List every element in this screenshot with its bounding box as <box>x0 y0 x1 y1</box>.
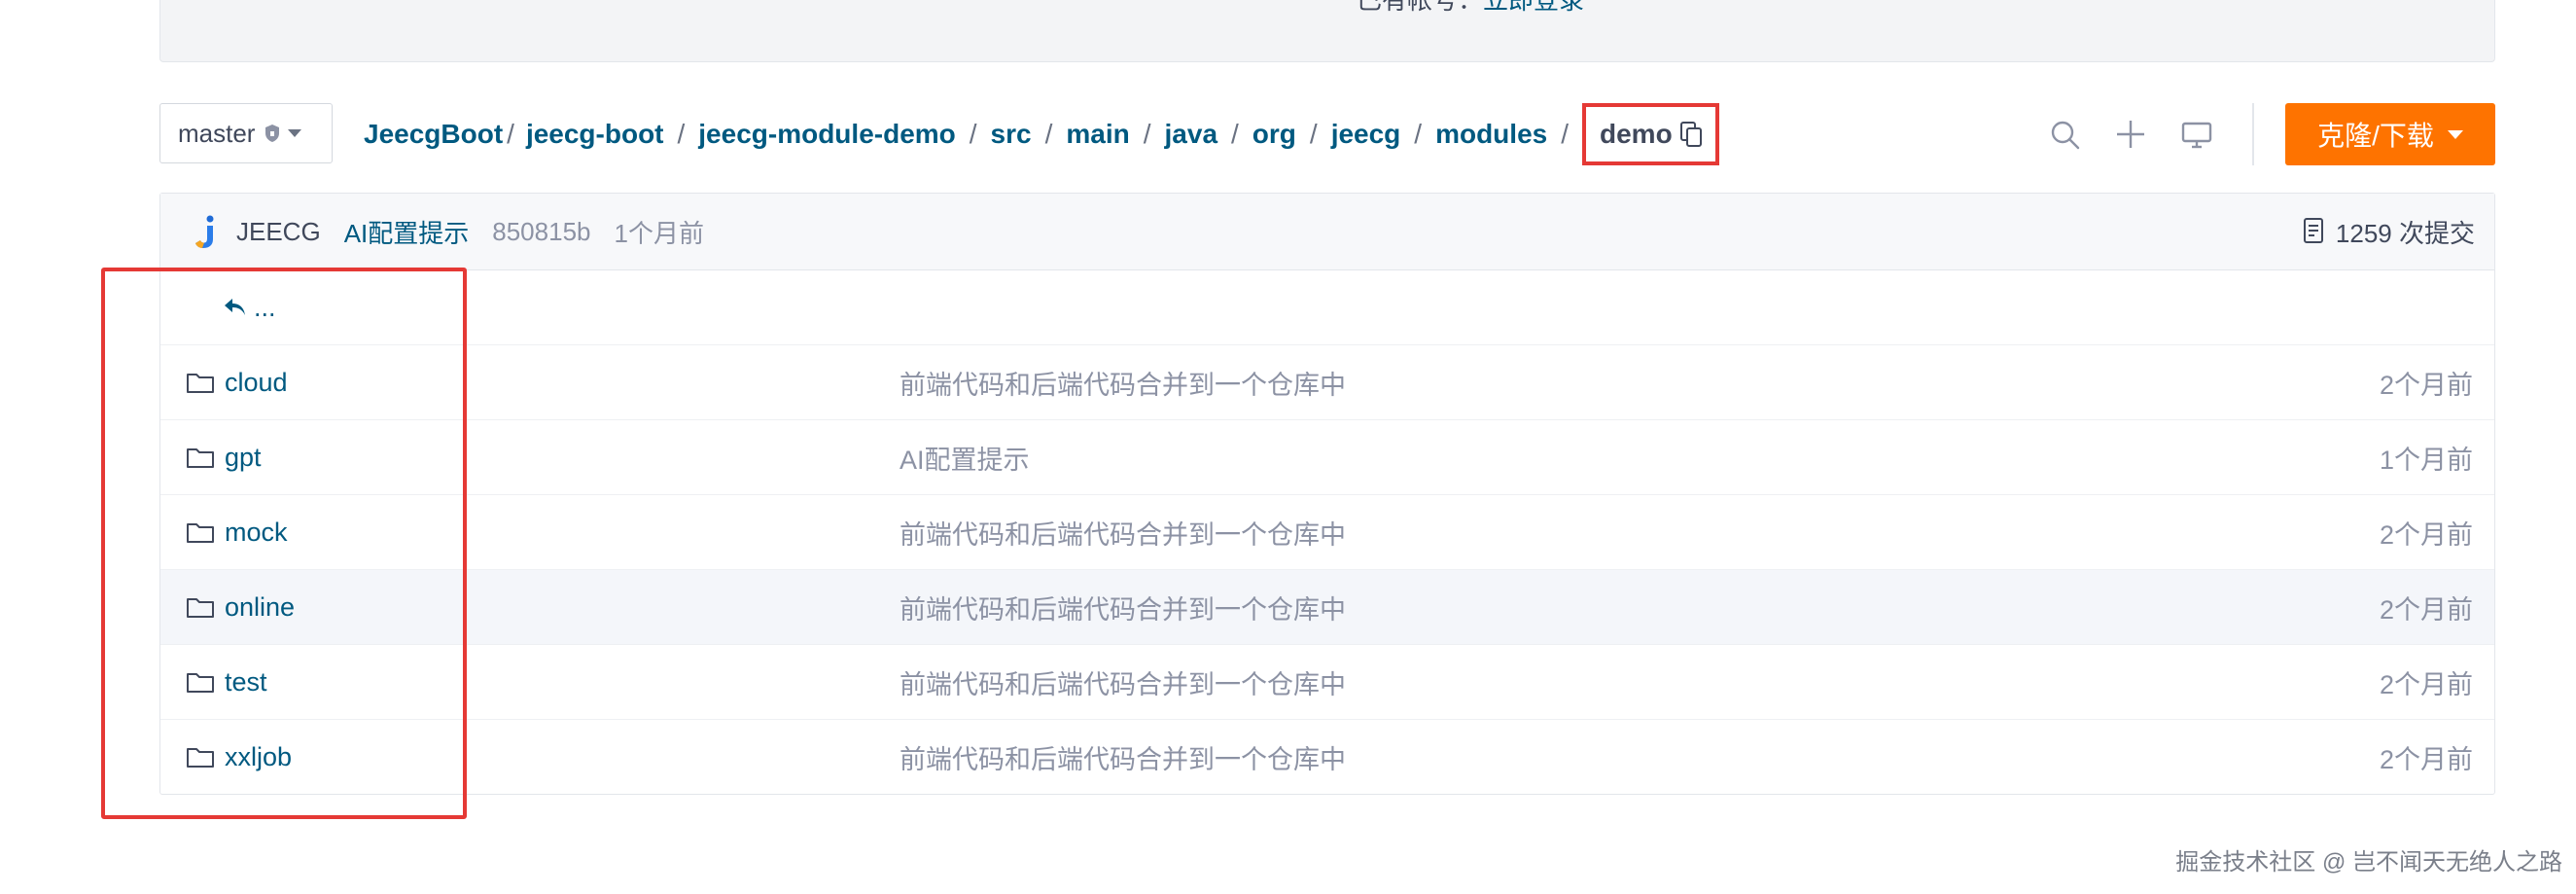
folder-commit-message[interactable]: AI配置提示 <box>900 420 1030 494</box>
author-avatar-icon[interactable] <box>194 214 219 249</box>
branch-name: master <box>178 118 256 148</box>
folder-link[interactable]: mock <box>186 495 288 569</box>
breadcrumb-item-jeecg[interactable]: jeecg <box>1331 119 1401 150</box>
commit-time: 1个月前 <box>614 218 704 248</box>
breadcrumb-item-java[interactable]: java <box>1165 119 1218 150</box>
folder-commit-message[interactable]: 前端代码和后端代码合并到一个仓库中 <box>900 345 1346 419</box>
toolbar-actions: 克隆/下载 <box>2015 103 2495 165</box>
breadcrumb-separator: / <box>1143 119 1151 149</box>
plus-icon[interactable] <box>2114 118 2147 151</box>
copy-path-icon[interactable] <box>1679 122 1702 147</box>
breadcrumb-separator: / <box>969 119 977 149</box>
folder-commit-message[interactable]: 前端代码和后端代码合并到一个仓库中 <box>900 720 1346 794</box>
breadcrumb-item-jeecg-module-demo[interactable]: jeecg-module-demo <box>698 119 955 150</box>
breadcrumb-item-org[interactable]: org <box>1253 119 1296 150</box>
login-prompt: 已有帐号： <box>1357 0 1484 15</box>
clone-download-button[interactable]: 克隆/下载 <box>2285 103 2495 165</box>
commit-author[interactable]: JEECG <box>236 217 321 247</box>
breadcrumb-item-src[interactable]: src <box>991 119 1032 150</box>
parent-directory-row[interactable]: ... <box>160 270 2494 345</box>
folder-commit-time: 2个月前 <box>2379 519 2473 550</box>
commit-count[interactable]: 1259 次提交 <box>2303 194 2475 269</box>
folder-link[interactable]: gpt <box>186 420 262 494</box>
folder-name: online <box>225 591 296 622</box>
folder-commit-time: 1个月前 <box>2379 445 2473 475</box>
breadcrumb-separator: / <box>1414 119 1423 149</box>
folder-commit-time: 2个月前 <box>2379 370 2473 400</box>
watermark: 掘金技术社区 @ 岂不闻天无绝人之路 <box>2175 849 2562 876</box>
folder-icon <box>187 598 214 618</box>
login-banner: 已有帐号：立即登录 <box>159 0 2495 62</box>
breadcrumb-separator: / <box>1309 119 1318 149</box>
commit-message[interactable]: AI配置提示 <box>344 214 470 250</box>
folder-link[interactable]: test <box>186 645 267 719</box>
folder-name: test <box>225 666 267 697</box>
file-row[interactable]: xxljob 前端代码和后端代码合并到一个仓库中 2个月前 <box>160 720 2494 794</box>
folder-icon <box>187 673 214 693</box>
file-row[interactable]: mock 前端代码和后端代码合并到一个仓库中 2个月前 <box>160 495 2494 570</box>
file-row[interactable]: gpt AI配置提示 1个月前 <box>160 420 2494 495</box>
folder-commit-time: 2个月前 <box>2379 669 2473 699</box>
folder-icon <box>187 448 214 468</box>
commit-count-label: 1259 次提交 <box>2335 218 2475 248</box>
folder-name: mock <box>225 517 288 547</box>
folder-link[interactable]: online <box>186 570 295 644</box>
login-banner-text: 已有帐号：立即登录 <box>1357 0 1584 17</box>
parent-directory-label: ... <box>254 292 276 322</box>
folder-commit-message[interactable]: 前端代码和后端代码合并到一个仓库中 <box>900 570 1346 644</box>
folder-commit-time: 2个月前 <box>2379 744 2473 774</box>
breadcrumb-current-highlight: demo <box>1582 103 1719 165</box>
login-link[interactable]: 立即登录 <box>1483 0 1584 15</box>
file-tree-table: JEECG AI配置提示 850815b 1个月前 1259 次提交 ... c… <box>159 193 2495 795</box>
breadcrumb-separator: / <box>1561 119 1569 149</box>
breadcrumb-separator: / <box>507 119 514 149</box>
commit-hash[interactable]: 850815b <box>492 217 590 247</box>
folder-commit-message[interactable]: 前端代码和后端代码合并到一个仓库中 <box>900 645 1346 719</box>
latest-commit-bar: JEECG AI配置提示 850815b 1个月前 1259 次提交 <box>160 194 2494 270</box>
breadcrumb-item-main[interactable]: main <box>1066 119 1129 150</box>
folder-name: gpt <box>225 442 262 472</box>
repo-toolbar: master JeecgBoot / jeecg-boot / jeecg-modu… <box>159 103 2495 165</box>
breadcrumb-item-modules[interactable]: modules <box>1435 119 1547 150</box>
chevron-down-icon <box>2447 129 2463 139</box>
folder-icon <box>187 374 214 393</box>
breadcrumb-item-jeecgboot[interactable]: JeecgBoot <box>364 119 503 150</box>
commit-history-icon <box>2303 218 2323 243</box>
breadcrumb-separator: / <box>677 119 686 149</box>
folder-icon <box>187 523 214 543</box>
web-ide-monitor-icon[interactable] <box>2180 118 2213 151</box>
file-row[interactable]: online 前端代码和后端代码合并到一个仓库中 2个月前 <box>160 570 2494 645</box>
folder-commit-time: 2个月前 <box>2379 594 2473 625</box>
branch-selector[interactable]: master <box>159 103 333 163</box>
breadcrumb-separator: / <box>1044 119 1053 149</box>
protected-shield-icon <box>265 125 280 142</box>
breadcrumb-item-jeecg-boot[interactable]: jeecg-boot <box>526 119 664 150</box>
folder-name: xxljob <box>225 741 293 771</box>
folder-link[interactable]: cloud <box>186 345 288 419</box>
chevron-down-icon <box>288 129 302 137</box>
search-icon[interactable] <box>2048 118 2081 151</box>
parent-directory-link[interactable]: ... <box>223 270 276 344</box>
reply-back-icon <box>225 299 245 315</box>
file-row[interactable]: cloud 前端代码和后端代码合并到一个仓库中 2个月前 <box>160 345 2494 420</box>
breadcrumb: JeecgBoot / jeecg-boot / jeecg-module-demo… <box>364 103 1719 165</box>
breadcrumb-current: demo <box>1600 119 1673 149</box>
toolbar-divider <box>2252 103 2254 165</box>
folder-commit-message[interactable]: 前端代码和后端代码合并到一个仓库中 <box>900 495 1346 569</box>
folder-icon <box>187 748 214 768</box>
clone-download-label: 克隆/下载 <box>2317 121 2434 151</box>
folder-name: cloud <box>225 367 288 397</box>
file-row[interactable]: test 前端代码和后端代码合并到一个仓库中 2个月前 <box>160 645 2494 720</box>
breadcrumb-separator: / <box>1231 119 1239 149</box>
folder-link[interactable]: xxljob <box>186 720 292 794</box>
